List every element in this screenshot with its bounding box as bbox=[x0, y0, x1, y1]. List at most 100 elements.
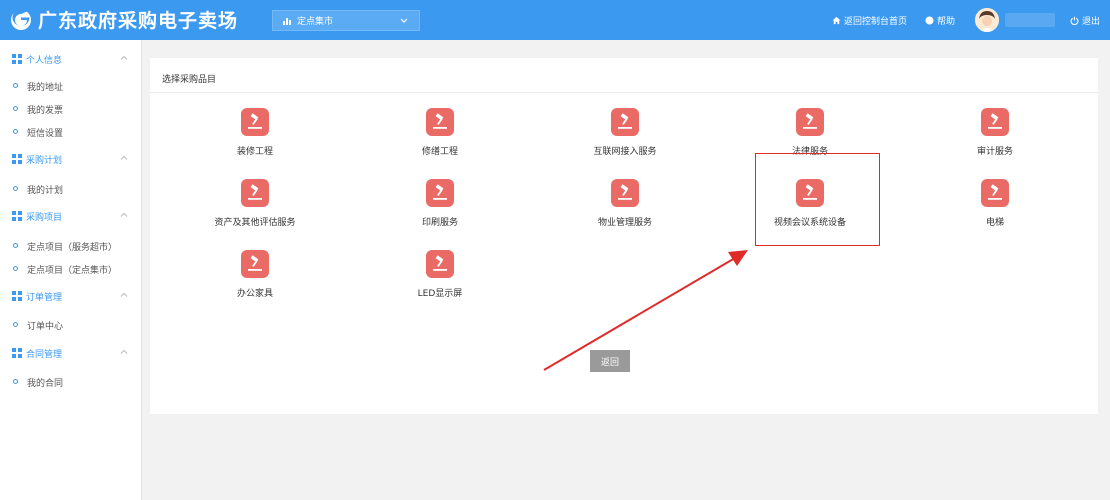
category-label: 办公家具 bbox=[236, 289, 273, 299]
sidebar-group-title: 采购计划 bbox=[26, 156, 63, 166]
grid-icon bbox=[12, 291, 22, 301]
gavel-icon bbox=[611, 108, 639, 136]
sidebar-item-label: 定点项目（服务超市） bbox=[27, 243, 118, 253]
chevron-up-icon bbox=[120, 55, 128, 60]
sidebar-item-label: 我的合同 bbox=[27, 379, 64, 389]
site-title: 广东政府采购电子卖场 bbox=[38, 10, 239, 32]
category-tile-office-furniture[interactable]: 办公家具 bbox=[195, 250, 315, 310]
chevron-up-icon bbox=[120, 349, 128, 354]
category-tile-audit[interactable]: 审计服务 bbox=[935, 108, 1055, 168]
sidebar-item-label: 我的发票 bbox=[27, 106, 64, 116]
help-link[interactable]: 帮助 bbox=[925, 0, 955, 40]
gavel-icon bbox=[241, 179, 269, 207]
category-label: LED显示屏 bbox=[417, 289, 463, 299]
sidebar-group-contracts[interactable]: 合同管理 bbox=[0, 344, 142, 362]
sidebar-item-label: 订单中心 bbox=[27, 322, 64, 332]
category-tile-renovation[interactable]: 装修工程 bbox=[195, 108, 315, 168]
site-logo[interactable]: 广东政府采购电子卖场 bbox=[10, 6, 238, 33]
help-icon bbox=[925, 15, 934, 25]
sidebar-item-label: 我的地址 bbox=[27, 83, 64, 93]
category-tile-led-display[interactable]: LED显示屏 bbox=[380, 250, 500, 310]
avatar[interactable] bbox=[975, 8, 999, 32]
power-icon bbox=[1070, 16, 1079, 25]
sidebar-item-fixed-market[interactable]: 定点项目（定点集市） bbox=[0, 261, 142, 277]
bar-chart-icon bbox=[283, 17, 291, 25]
chevron-down-icon bbox=[400, 18, 408, 23]
logout-link[interactable]: 退出 bbox=[1070, 0, 1100, 40]
market-selector-label: 定点集市 bbox=[297, 17, 334, 27]
username-redacted bbox=[1005, 13, 1055, 27]
category-tile-internet[interactable]: 互联网接入服务 bbox=[565, 108, 685, 168]
gavel-icon bbox=[796, 108, 824, 136]
gavel-icon bbox=[981, 179, 1009, 207]
category-label: 资产及其他评估服务 bbox=[214, 218, 296, 228]
category-label: 物业管理服务 bbox=[597, 218, 652, 228]
category-tile-elevator[interactable]: 电梯 bbox=[935, 179, 1055, 239]
category-tile-asset-valuation[interactable]: 资产及其他评估服务 bbox=[195, 179, 315, 239]
sidebar-item-label: 我的计划 bbox=[27, 186, 64, 196]
category-label: 装修工程 bbox=[236, 147, 273, 157]
grid-icon bbox=[12, 54, 22, 64]
sidebar-item-service-market[interactable]: 定点项目（服务超市） bbox=[0, 238, 142, 254]
sidebar-group-title: 个人信息 bbox=[26, 56, 63, 66]
market-selector[interactable]: 定点集市 bbox=[272, 10, 420, 31]
sidebar-item-my-plan[interactable]: 我的计划 bbox=[0, 181, 142, 197]
home-link-label: 返回控制台首页 bbox=[844, 16, 908, 27]
chevron-up-icon bbox=[120, 212, 128, 217]
sidebar-item-order-center[interactable]: 订单中心 bbox=[0, 317, 142, 333]
sidebar-item-address[interactable]: 我的地址 bbox=[0, 78, 142, 94]
home-link[interactable]: 返回控制台首页 bbox=[832, 0, 907, 40]
category-panel: 选择采购品目 装修工程 修缮工程 互联网接入服务 法律服务 审计服务 资产及其他… bbox=[150, 58, 1098, 414]
sidebar-group-title: 合同管理 bbox=[26, 350, 63, 360]
category-label: 审计服务 bbox=[976, 147, 1013, 157]
sidebar-item-label: 短信设置 bbox=[27, 129, 64, 139]
bullet-icon bbox=[13, 106, 18, 111]
sidebar-group-personal[interactable]: 个人信息 bbox=[0, 50, 142, 68]
avatar-icon bbox=[975, 8, 999, 32]
home-icon bbox=[832, 16, 841, 24]
category-label: 互联网接入服务 bbox=[593, 147, 657, 157]
sidebar-group-project[interactable]: 采购项目 bbox=[0, 207, 142, 225]
sidebar-group-orders[interactable]: 订单管理 bbox=[0, 287, 142, 305]
back-button[interactable]: 返回 bbox=[590, 350, 630, 372]
bullet-icon bbox=[13, 186, 18, 191]
category-label: 电梯 bbox=[985, 218, 1004, 228]
sidebar-item-my-contract[interactable]: 我的合同 bbox=[0, 374, 142, 390]
sidebar-item-label: 定点项目（定点集市） bbox=[27, 266, 118, 276]
gavel-icon bbox=[426, 179, 454, 207]
divider bbox=[150, 92, 1098, 93]
sidebar-group-plan[interactable]: 采购计划 bbox=[0, 150, 142, 168]
category-label: 修缮工程 bbox=[421, 147, 458, 157]
annotation-highlight-box bbox=[755, 153, 880, 246]
logo-icon bbox=[11, 8, 31, 30]
category-tile-printing[interactable]: 印刷服务 bbox=[380, 179, 500, 239]
gavel-icon bbox=[426, 108, 454, 136]
help-link-label: 帮助 bbox=[937, 16, 956, 27]
top-header: 广东政府采购电子卖场 定点集市 返回控制台首页 帮助 退出 bbox=[0, 0, 1110, 40]
bullet-icon bbox=[13, 266, 18, 271]
bullet-icon bbox=[13, 83, 18, 88]
sidebar-group-title: 订单管理 bbox=[26, 293, 63, 303]
sidebar-group-title: 采购项目 bbox=[26, 213, 63, 223]
bullet-icon bbox=[13, 322, 18, 327]
logout-link-label: 退出 bbox=[1082, 16, 1101, 27]
category-label: 印刷服务 bbox=[421, 218, 458, 228]
category-tile-repair[interactable]: 修缮工程 bbox=[380, 108, 500, 168]
sidebar-item-sms[interactable]: 短信设置 bbox=[0, 124, 142, 140]
gavel-icon bbox=[241, 250, 269, 278]
sidebar: 个人信息 我的地址 我的发票 短信设置 采购计划 我的计划 采购项目 定点项目（… bbox=[0, 40, 142, 500]
chevron-up-icon bbox=[120, 292, 128, 297]
gavel-icon bbox=[241, 108, 269, 136]
page-title: 选择采购品目 bbox=[162, 75, 217, 85]
grid-icon bbox=[12, 211, 22, 221]
bullet-icon bbox=[13, 243, 18, 248]
sidebar-item-invoice[interactable]: 我的发票 bbox=[0, 101, 142, 117]
gavel-icon bbox=[426, 250, 454, 278]
grid-icon bbox=[12, 154, 22, 164]
bullet-icon bbox=[13, 379, 18, 384]
gavel-icon bbox=[611, 179, 639, 207]
category-tile-property-management[interactable]: 物业管理服务 bbox=[565, 179, 685, 239]
chevron-up-icon bbox=[120, 155, 128, 160]
gavel-icon bbox=[981, 108, 1009, 136]
grid-icon bbox=[12, 348, 22, 358]
